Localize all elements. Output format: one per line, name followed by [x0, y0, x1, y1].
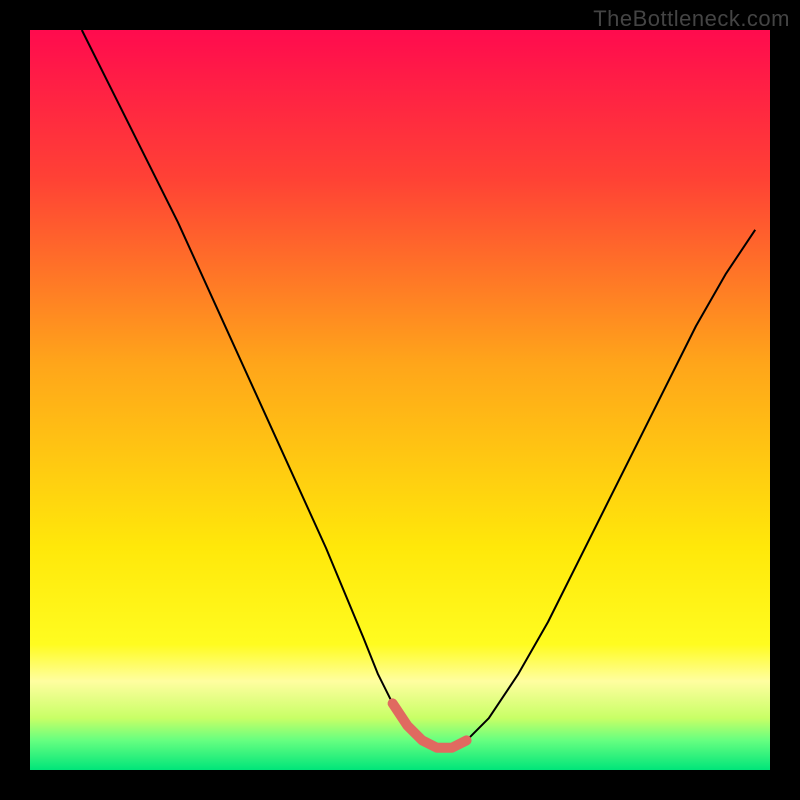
- chart-frame: TheBottleneck.com: [0, 0, 800, 800]
- bottleneck-chart: [0, 0, 800, 800]
